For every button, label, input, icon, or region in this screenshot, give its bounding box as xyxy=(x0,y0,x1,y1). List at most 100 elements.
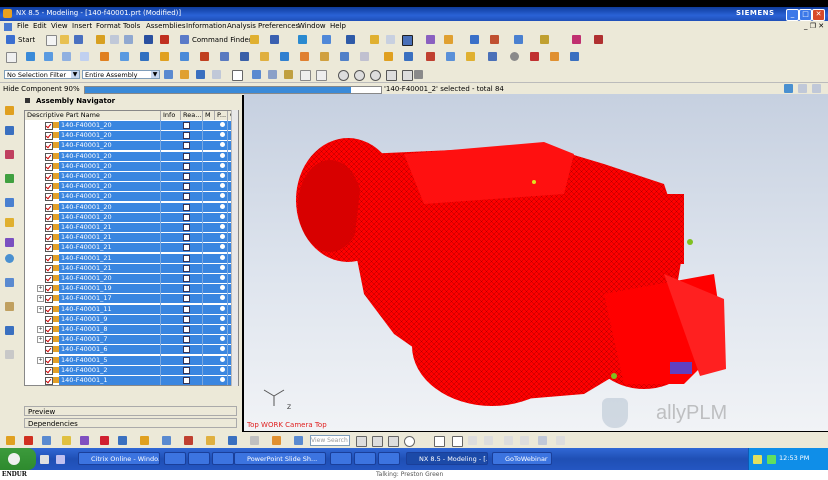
minimize-button[interactable]: _ xyxy=(786,9,799,21)
sweep-icon[interactable] xyxy=(446,52,455,61)
visibility-checkbox[interactable] xyxy=(45,285,53,294)
visibility-checkbox[interactable] xyxy=(45,336,53,345)
table-row[interactable]: +140-F40001_8 xyxy=(25,324,236,334)
constraint-navigator-icon[interactable] xyxy=(5,150,14,159)
undo-icon[interactable] xyxy=(144,35,153,44)
visibility-checkbox[interactable] xyxy=(45,203,53,212)
maximize-button[interactable]: □ xyxy=(799,9,812,21)
quicklaunch-ie-icon[interactable] xyxy=(40,455,49,464)
visibility-checkbox[interactable] xyxy=(45,346,53,355)
table-row[interactable]: 140-F40001_20 xyxy=(25,191,236,202)
menu-help[interactable]: Help xyxy=(330,22,346,30)
table-row[interactable]: 140-F40001_20 xyxy=(25,130,236,141)
table-row[interactable]: 140-F40001_20 xyxy=(25,161,236,171)
trim-icon[interactable] xyxy=(484,436,493,445)
visibility-checkbox[interactable] xyxy=(45,234,53,243)
visibility-checkbox[interactable] xyxy=(45,162,53,171)
info-icon[interactable] xyxy=(784,84,793,93)
visibility-checkbox[interactable] xyxy=(45,183,53,192)
selection-filter-dropdown[interactable]: No Selection Filter ▼ xyxy=(4,70,80,79)
constraint-icon[interactable] xyxy=(490,35,499,44)
boss-icon[interactable] xyxy=(80,52,89,61)
visibility-checkbox[interactable] xyxy=(45,295,53,304)
menu-tools[interactable]: Tools xyxy=(123,22,140,30)
snap-icon[interactable] xyxy=(196,70,205,79)
table-row[interactable]: 140-F40001_21 xyxy=(25,242,236,253)
sketch-new-icon[interactable] xyxy=(6,52,17,63)
arc-icon[interactable] xyxy=(372,436,383,447)
table-row[interactable]: 140-F40001_20 xyxy=(25,151,236,161)
tube-icon[interactable] xyxy=(466,52,475,61)
table-row[interactable]: 140-F40001_20 xyxy=(25,202,236,212)
menu-preferences[interactable]: Preferences xyxy=(258,22,299,30)
intersect-icon[interactable] xyxy=(140,52,149,61)
reference-set-icon[interactable] xyxy=(250,436,259,445)
face-select-icon[interactable] xyxy=(268,70,277,79)
table-row[interactable]: 140-F40001_21 xyxy=(25,263,236,273)
task-app-3[interactable] xyxy=(188,452,210,465)
measure-icon[interactable] xyxy=(444,35,453,44)
visibility-checkbox[interactable] xyxy=(45,244,53,253)
table-row[interactable]: +140-F40001_5 xyxy=(25,355,236,365)
table-row[interactable]: +140-F40001_19 xyxy=(25,283,236,294)
explode-view-icon[interactable] xyxy=(140,436,149,445)
menu-format[interactable]: Format xyxy=(96,22,121,30)
body-select-icon[interactable] xyxy=(284,70,293,79)
feature-icon[interactable] xyxy=(426,35,435,44)
sketch-icon[interactable] xyxy=(386,35,395,44)
menu-file[interactable]: File xyxy=(17,22,29,30)
fillet-icon[interactable] xyxy=(388,436,399,447)
sew-icon[interactable] xyxy=(426,52,435,61)
col-part-name[interactable]: Descriptive Part Name xyxy=(25,111,161,120)
datum-plane-icon[interactable] xyxy=(340,52,349,61)
snap-point-icon[interactable] xyxy=(6,436,15,445)
web-browser-icon[interactable] xyxy=(5,218,14,227)
visibility-checkbox[interactable] xyxy=(45,213,53,222)
datum-axis-icon[interactable] xyxy=(360,52,369,61)
menu-assemblies[interactable]: Assemblies xyxy=(146,22,186,30)
line-icon[interactable] xyxy=(356,436,367,447)
visibility-checkbox[interactable] xyxy=(45,356,53,365)
curve-select-icon[interactable] xyxy=(316,70,327,81)
maximize-view-icon[interactable] xyxy=(812,84,821,93)
intersection-snap-icon[interactable] xyxy=(386,70,397,81)
navigator-scrollbar[interactable] xyxy=(231,110,238,386)
visibility-checkbox[interactable] xyxy=(45,264,53,273)
unite-icon[interactable] xyxy=(100,52,109,61)
task-app-6[interactable] xyxy=(354,452,376,465)
expand-icon[interactable]: + xyxy=(37,326,44,333)
task-powerpoint[interactable]: PowerPoint Slide Sh... xyxy=(234,452,326,465)
add-component-icon[interactable] xyxy=(62,436,71,445)
thread-icon[interactable] xyxy=(300,52,309,61)
visibility-checkbox[interactable] xyxy=(45,254,53,263)
visibility-checkbox[interactable] xyxy=(45,275,53,283)
align-icon[interactable] xyxy=(100,436,109,445)
visibility-checkbox[interactable] xyxy=(45,366,53,375)
offset-curve-icon[interactable] xyxy=(520,436,529,445)
tray-icon[interactable] xyxy=(753,455,762,464)
fit-icon[interactable] xyxy=(298,35,307,44)
visibility-checkbox[interactable] xyxy=(45,315,53,324)
clock-icon[interactable] xyxy=(5,254,14,263)
arrangement-icon[interactable] xyxy=(228,436,237,445)
reuse-library-icon[interactable] xyxy=(5,174,14,183)
redo-icon[interactable] xyxy=(160,35,169,44)
clearance-icon[interactable] xyxy=(184,436,193,445)
roles-icon[interactable] xyxy=(5,326,14,335)
pattern-component-icon[interactable] xyxy=(272,436,281,445)
wave-linker-icon[interactable] xyxy=(24,436,33,445)
app-menu-icon[interactable] xyxy=(4,23,12,31)
start-button[interactable] xyxy=(0,448,36,470)
drafting-icon[interactable] xyxy=(572,35,581,44)
menu-restore[interactable]: _ ❐ ✕ xyxy=(804,22,824,30)
table-row[interactable]: 140-F40001_20 xyxy=(25,120,236,130)
menu-view[interactable]: View xyxy=(51,22,68,30)
point-snap-icon[interactable] xyxy=(402,70,413,81)
quicklaunch-explorer-icon[interactable] xyxy=(56,455,65,464)
task-gotowebinar[interactable]: GoToWebinar xyxy=(492,452,552,465)
resize-icon[interactable] xyxy=(550,52,559,61)
subtract-icon[interactable] xyxy=(120,52,129,61)
feature-select-icon[interactable] xyxy=(252,70,261,79)
visibility-checkbox[interactable] xyxy=(45,142,53,151)
paste-icon[interactable] xyxy=(124,35,133,44)
